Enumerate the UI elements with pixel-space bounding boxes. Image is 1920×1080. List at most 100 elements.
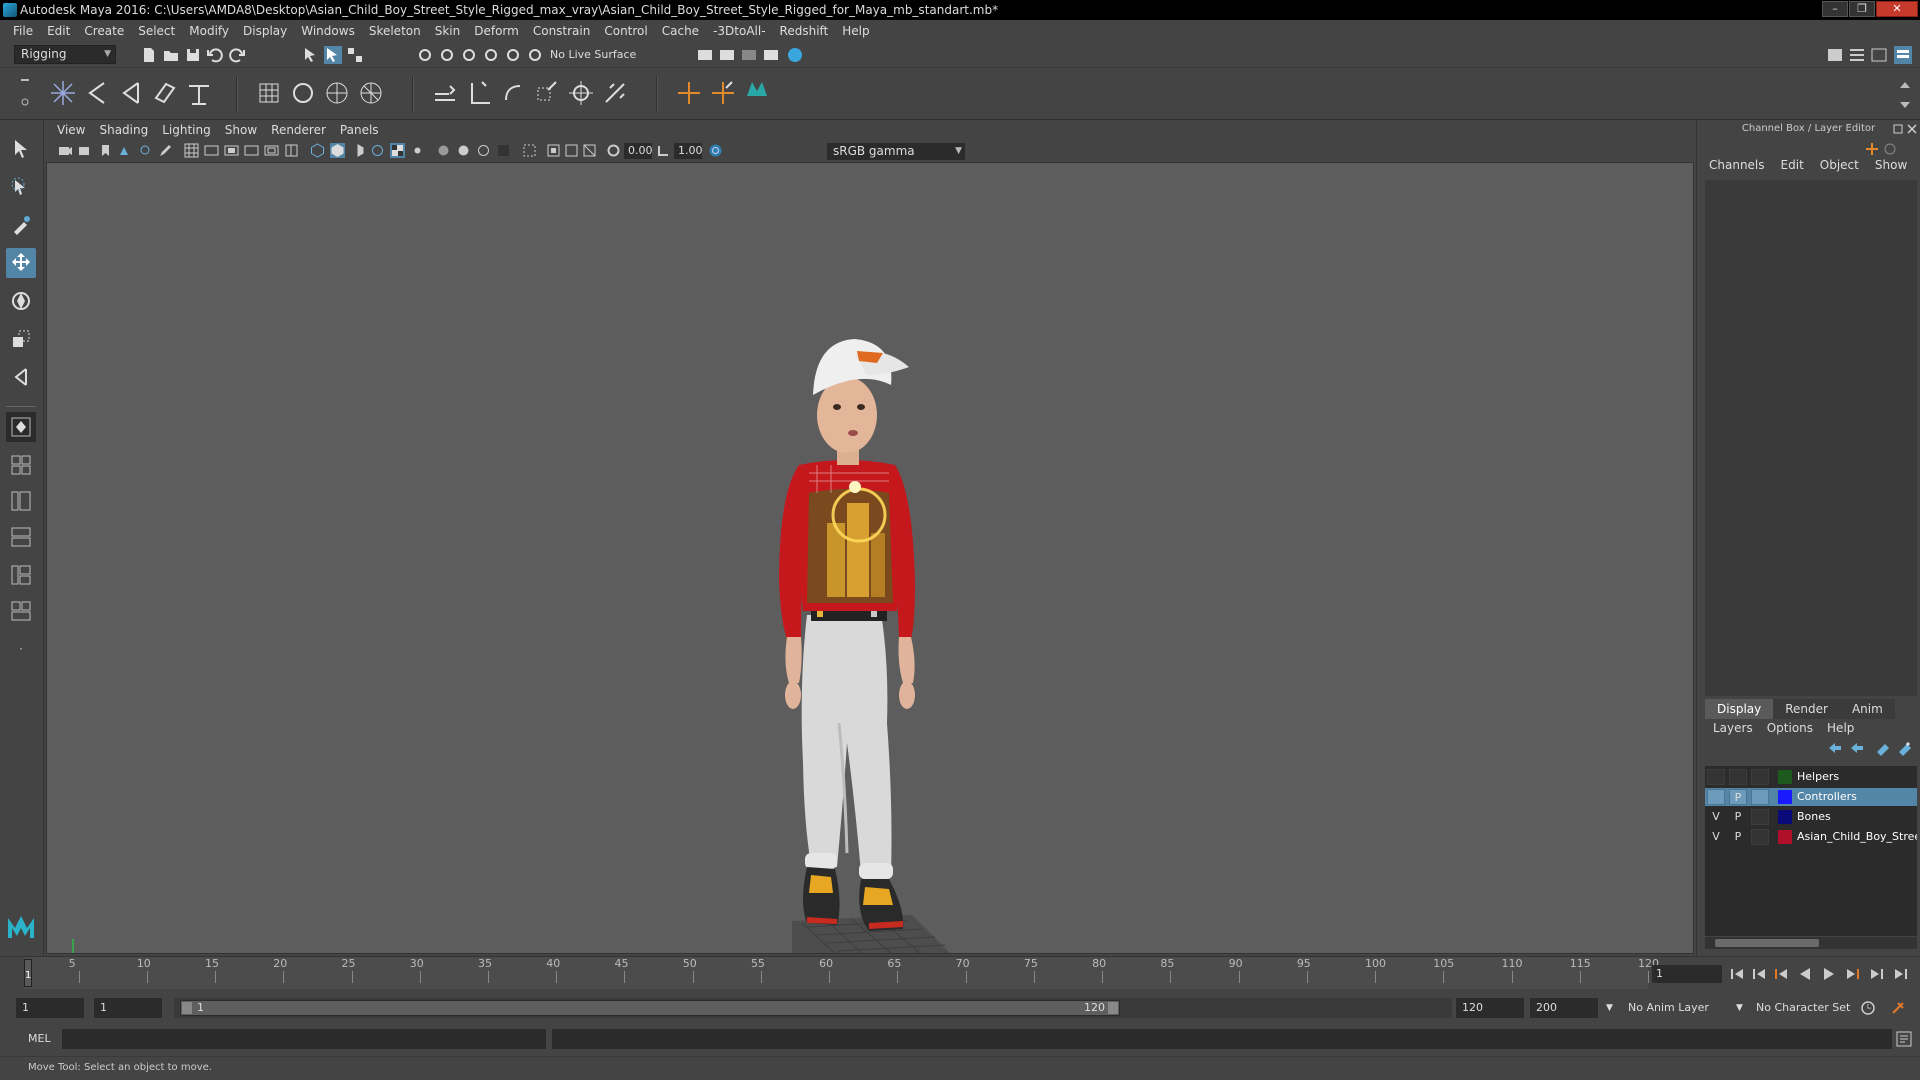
menu-cache[interactable]: Cache xyxy=(655,24,706,38)
go-to-start-icon[interactable] xyxy=(1728,965,1746,983)
toolbox-more-button[interactable]: · xyxy=(6,634,36,664)
paint-select-tool[interactable] xyxy=(6,210,36,240)
2d-pan-zoom-icon[interactable] xyxy=(138,143,153,158)
wireframe-icon[interactable] xyxy=(310,143,325,158)
constraint-aim-icon[interactable] xyxy=(566,78,596,108)
layer-name[interactable]: Asian_Child_Boy_Street_Style xyxy=(1797,828,1917,846)
tab-render[interactable]: Render xyxy=(1773,699,1840,719)
tab-display[interactable]: Display xyxy=(1705,699,1774,719)
last-tool-used[interactable] xyxy=(6,362,36,392)
script-editor-icon[interactable] xyxy=(1894,1029,1914,1049)
playback-end-field[interactable]: 120 xyxy=(1456,998,1524,1018)
cb-menu-object[interactable]: Object xyxy=(1820,158,1859,176)
channel-box-toggle-icon[interactable] xyxy=(1894,46,1912,64)
joint-tool-icon[interactable] xyxy=(48,78,78,108)
render-frame-icon[interactable] xyxy=(718,46,736,64)
tab-anim[interactable]: Anim xyxy=(1839,699,1895,719)
layer-color-swatch[interactable] xyxy=(1778,810,1792,824)
maximize-button[interactable]: ❐ xyxy=(1849,1,1875,17)
manipulator-toggle-icon[interactable] xyxy=(1865,142,1879,156)
new-scene-icon[interactable] xyxy=(140,46,158,64)
xray-joints-icon[interactable] xyxy=(546,143,561,158)
move-layer-up-icon[interactable] xyxy=(1827,740,1843,756)
move-tool[interactable] xyxy=(6,248,36,278)
default-material-icon[interactable] xyxy=(350,143,365,158)
exposure-field[interactable]: 0.00 xyxy=(624,143,653,159)
gate-mask-icon[interactable] xyxy=(244,143,259,158)
resolution-gate-icon[interactable] xyxy=(224,143,239,158)
time-slider-track[interactable]: 5 10 15 20 25 30 35 40 45 50 55 60 65 70 75 80 85 90 95 100… xyxy=(24,957,1659,989)
constraint-point-icon[interactable] xyxy=(464,78,494,108)
range-slider-track[interactable]: 1 120 xyxy=(174,998,1452,1018)
layer-color-swatch[interactable] xyxy=(1778,770,1792,784)
constraint-scale-icon[interactable] xyxy=(532,78,562,108)
menu-skin[interactable]: Skin xyxy=(428,24,468,38)
four-view-layout[interactable] xyxy=(6,450,36,480)
shelf-menu-icon[interactable] xyxy=(20,76,30,112)
script-language-label[interactable]: MEL xyxy=(28,1032,51,1045)
menu-help[interactable]: Help xyxy=(835,24,876,38)
bind-skin-icon[interactable] xyxy=(150,78,180,108)
range-start-handle[interactable] xyxy=(182,1002,192,1014)
color-space-dropdown[interactable]: sRGB gamma ▼ xyxy=(827,143,965,160)
layer-display-type-toggle[interactable] xyxy=(1751,789,1769,805)
le-menu-help[interactable]: Help xyxy=(1827,721,1854,735)
cb-menu-show[interactable]: Show xyxy=(1875,158,1907,176)
select-object-icon[interactable] xyxy=(324,46,342,64)
redo-icon[interactable] xyxy=(228,46,246,64)
panel-menu-renderer[interactable]: Renderer xyxy=(264,123,333,137)
layer-playback-toggle[interactable]: P xyxy=(1729,829,1747,845)
le-menu-options[interactable]: Options xyxy=(1767,721,1813,735)
grid-toggle-icon[interactable] xyxy=(184,143,199,158)
hypershade-icon[interactable] xyxy=(786,46,804,64)
speed-toggle-icon[interactable] xyxy=(1883,142,1897,156)
new-empty-layer-icon[interactable] xyxy=(1875,740,1891,756)
select-tool[interactable] xyxy=(6,134,36,164)
save-scene-icon[interactable] xyxy=(184,46,202,64)
layer-name[interactable]: Controllers xyxy=(1797,788,1917,806)
menu-display[interactable]: Display xyxy=(236,24,294,38)
step-back-key-icon[interactable] xyxy=(1750,965,1768,983)
new-layer-selected-icon[interactable] xyxy=(1897,740,1913,756)
menu-file[interactable]: File xyxy=(6,24,40,38)
exposure-icon[interactable] xyxy=(606,143,621,158)
layer-visibility-toggle[interactable]: V xyxy=(1707,809,1725,825)
gamma-icon[interactable] xyxy=(656,143,671,158)
animation-preferences-icon[interactable] xyxy=(1890,1000,1906,1016)
layer-display-type-toggle[interactable] xyxy=(1751,769,1769,785)
layer-display-type-toggle[interactable] xyxy=(1751,809,1769,825)
menu-select[interactable]: Select xyxy=(131,24,182,38)
camera-select-icon[interactable] xyxy=(58,143,73,158)
menu-create[interactable]: Create xyxy=(77,24,131,38)
render-view-icon[interactable] xyxy=(696,46,714,64)
panel-menu-shading[interactable]: Shading xyxy=(92,123,155,137)
tool-settings-icon[interactable] xyxy=(1870,46,1888,64)
xray-components-icon[interactable] xyxy=(564,143,579,158)
snap-view-plane-icon[interactable] xyxy=(482,46,500,64)
menu-deform[interactable]: Deform xyxy=(467,24,526,38)
xray-icon[interactable] xyxy=(370,143,385,158)
panel-menu-show[interactable]: Show xyxy=(218,123,264,137)
panel-menu-lighting[interactable]: Lighting xyxy=(155,123,218,137)
float-panel-icon[interactable] xyxy=(1893,124,1903,134)
playback-start-field[interactable]: 1 xyxy=(94,998,162,1018)
constraint-orient-icon[interactable] xyxy=(498,78,528,108)
textured-icon[interactable] xyxy=(390,143,405,158)
chevron-down-icon[interactable]: ▼ xyxy=(1606,998,1613,1018)
menu-modify[interactable]: Modify xyxy=(182,24,236,38)
snap-surface-icon[interactable] xyxy=(526,46,544,64)
play-forwards-icon[interactable] xyxy=(1820,965,1838,983)
lattice-icon[interactable] xyxy=(254,78,284,108)
le-menu-layers[interactable]: Layers xyxy=(1713,721,1753,735)
minimize-button[interactable]: – xyxy=(1822,1,1848,17)
live-surface-label[interactable]: No Live Surface xyxy=(550,46,636,64)
hypershade-layout[interactable] xyxy=(6,560,36,590)
menu-control[interactable]: Control xyxy=(597,24,654,38)
menu-redshift[interactable]: Redshift xyxy=(773,24,836,38)
menu-skeleton[interactable]: Skeleton xyxy=(362,24,428,38)
select-component-icon[interactable] xyxy=(346,46,364,64)
layer-playback-toggle[interactable] xyxy=(1729,769,1747,785)
modeling-toolkit-icon[interactable] xyxy=(1826,46,1844,64)
range-slider[interactable]: 1 120 xyxy=(180,1000,1120,1016)
range-end-handle[interactable] xyxy=(1108,1002,1118,1014)
